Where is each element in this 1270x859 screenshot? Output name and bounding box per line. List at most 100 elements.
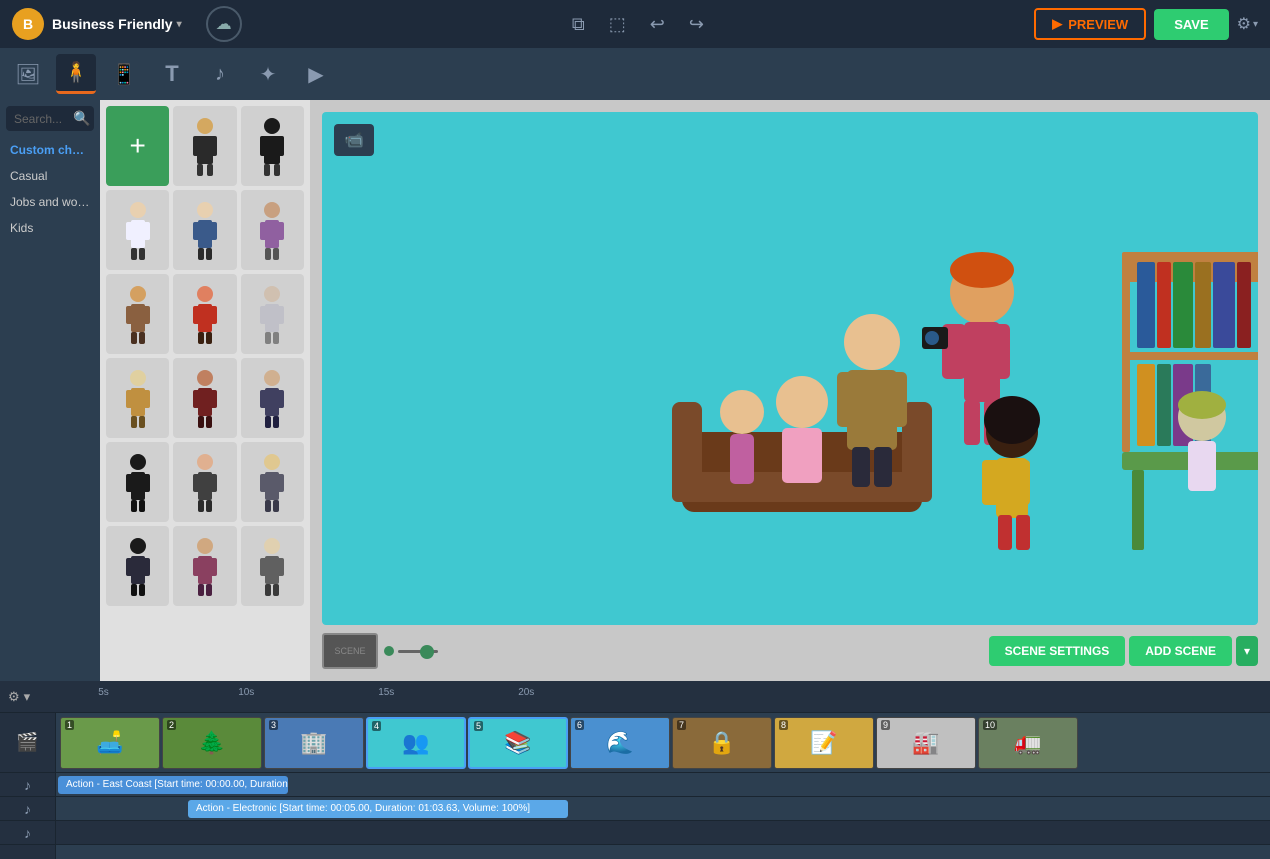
list-item[interactable] bbox=[173, 358, 236, 438]
sidebar-item-jobs[interactable]: Jobs and wor... bbox=[0, 189, 100, 215]
character-figure bbox=[241, 358, 304, 438]
character-group-library bbox=[1122, 252, 1258, 592]
audio-track-2[interactable]: Action - Electronic [Start time: 00:05.0… bbox=[188, 800, 568, 818]
timeline-section: ⚙ ▾ 5s 10s 15s 20s 🎬 ♪ ♪ ♪ bbox=[0, 681, 1270, 859]
scene-thumb-1[interactable]: 1 🛋️ bbox=[60, 717, 160, 769]
character-figure bbox=[241, 526, 304, 606]
toolbar-effects[interactable]: ✦ bbox=[248, 54, 288, 94]
scene-thumb-9[interactable]: 9 🏭 bbox=[876, 717, 976, 769]
redo-button[interactable]: ↪ bbox=[685, 10, 708, 39]
toolbar-music[interactable]: ♪ bbox=[200, 54, 240, 94]
list-item[interactable] bbox=[106, 442, 169, 522]
add-scene-button[interactable]: ADD SCENE bbox=[1129, 636, 1232, 666]
scene-num-5: 5 bbox=[474, 721, 483, 731]
zoom-slider-container bbox=[384, 646, 438, 656]
audio-track-row-1: Action - East Coast [Start time: 00:00.0… bbox=[56, 773, 1270, 797]
scene-thumb-4[interactable]: 4 👥 bbox=[366, 717, 466, 769]
character-figure bbox=[241, 106, 304, 186]
paste-button[interactable]: ⬚ bbox=[605, 10, 630, 39]
scene-content bbox=[322, 112, 1258, 625]
sidebar-item-custom[interactable]: Custom char... bbox=[0, 137, 100, 163]
sidebar-item-casual[interactable]: Casual bbox=[0, 163, 100, 189]
timeline-audio-icon-2: ♪ bbox=[0, 797, 55, 821]
chevron-down-icon: ▾ bbox=[177, 19, 182, 30]
list-item[interactable] bbox=[106, 190, 169, 270]
music-note-icon-3: ♪ bbox=[24, 825, 31, 841]
list-item[interactable] bbox=[173, 106, 236, 186]
music-note-icon: ♪ bbox=[24, 777, 31, 793]
list-item[interactable] bbox=[241, 274, 304, 354]
character-figure bbox=[241, 274, 304, 354]
zoom-control: SCENE bbox=[322, 633, 438, 669]
timeline-audio-icon-3: ♪ bbox=[0, 821, 55, 845]
cloud-upload-icon[interactable]: ☁ bbox=[206, 6, 242, 42]
preview-button[interactable]: ▶ PREVIEW bbox=[1034, 8, 1146, 40]
list-item[interactable] bbox=[241, 106, 304, 186]
preview-label: PREVIEW bbox=[1068, 17, 1128, 32]
top-bar-right: ▶ PREVIEW SAVE ⚙ ▾ bbox=[1034, 8, 1258, 40]
scene-thumb-8[interactable]: 8 📝 bbox=[774, 717, 874, 769]
timeline-header: ⚙ ▾ 5s 10s 15s 20s bbox=[0, 681, 1270, 713]
toolbar-device[interactable]: 📱 bbox=[104, 54, 144, 94]
search-input[interactable] bbox=[14, 112, 69, 126]
list-item[interactable] bbox=[173, 190, 236, 270]
top-bar-left: B Business Friendly ▾ ☁ bbox=[12, 6, 242, 42]
zoom-track bbox=[398, 650, 438, 653]
scene-thumb-5[interactable]: 5 📚 bbox=[468, 717, 568, 769]
ruler-mark-15s: 15s bbox=[378, 687, 394, 698]
add-character-button[interactable]: + bbox=[106, 106, 169, 186]
list-item[interactable] bbox=[241, 190, 304, 270]
undo-button[interactable]: ↩ bbox=[646, 10, 669, 39]
list-item[interactable] bbox=[106, 526, 169, 606]
zoom-handle[interactable] bbox=[420, 645, 434, 659]
bottom-buttons: SCENE SETTINGS ADD SCENE ▾ bbox=[989, 636, 1258, 666]
search-icon[interactable]: 🔍 bbox=[73, 110, 90, 127]
chevron-down-icon: ▾ bbox=[24, 689, 31, 705]
search-container: 🔍 bbox=[6, 106, 94, 131]
list-item[interactable] bbox=[241, 442, 304, 522]
project-name[interactable]: Business Friendly ▾ bbox=[52, 16, 182, 32]
canvas-area: 📹 bbox=[310, 100, 1270, 681]
zoom-minus[interactable] bbox=[384, 646, 394, 656]
add-scene-dropdown-button[interactable]: ▾ bbox=[1236, 636, 1258, 666]
sidebar-item-kids[interactable]: Kids bbox=[0, 215, 100, 241]
character-group-photographer bbox=[912, 232, 1072, 592]
toolbar-image[interactable]: 🖼 bbox=[8, 54, 48, 94]
character-figure bbox=[173, 442, 236, 522]
list-item[interactable] bbox=[106, 358, 169, 438]
scene-preview-4: 👥 bbox=[368, 719, 464, 767]
settings-button[interactable]: ⚙ ▾ bbox=[1237, 14, 1258, 34]
scene-thumb-6[interactable]: 6 🌊 bbox=[570, 717, 670, 769]
list-item[interactable] bbox=[173, 442, 236, 522]
character-figure bbox=[106, 526, 169, 606]
gear-icon: ⚙ bbox=[1237, 14, 1251, 34]
audio-track-2-offset: Action - Electronic [Start time: 00:05.0… bbox=[186, 800, 570, 818]
scene-thumb-10[interactable]: 10 🚛 bbox=[978, 717, 1078, 769]
scene-canvas[interactable]: 📹 bbox=[322, 112, 1258, 625]
project-name-label: Business Friendly bbox=[52, 16, 173, 32]
character-figure bbox=[241, 442, 304, 522]
copy-button[interactable]: ⧉ bbox=[568, 10, 589, 39]
scene-settings-button[interactable]: SCENE SETTINGS bbox=[989, 636, 1126, 666]
effects-icon: ✦ bbox=[260, 62, 277, 87]
audio-track-row-3 bbox=[56, 821, 1270, 845]
character-icon: 🧍 bbox=[64, 60, 89, 85]
scene-thumbs-container: 1 🛋️ 2 🌲 3 🏢 4 bbox=[56, 713, 1082, 773]
scene-thumbnail-small[interactable]: SCENE bbox=[322, 633, 378, 669]
audio-track-1[interactable]: Action - East Coast [Start time: 00:00.0… bbox=[58, 776, 288, 794]
toolbar-video[interactable]: ▶ bbox=[296, 54, 336, 94]
list-item[interactable] bbox=[241, 358, 304, 438]
toolbar-character[interactable]: 🧍 bbox=[56, 54, 96, 94]
toolbar: 🖼 🧍 📱 T ♪ ✦ ▶ bbox=[0, 48, 1270, 100]
list-item[interactable] bbox=[241, 526, 304, 606]
scene-thumb-7[interactable]: 7 🔒 bbox=[672, 717, 772, 769]
scene-thumb-2[interactable]: 2 🌲 bbox=[162, 717, 262, 769]
timeline-settings-button[interactable]: ⚙ ▾ bbox=[8, 689, 30, 705]
toolbar-text[interactable]: T bbox=[152, 54, 192, 94]
scene-thumb-3[interactable]: 3 🏢 bbox=[264, 717, 364, 769]
list-item[interactable] bbox=[173, 274, 236, 354]
character-figure bbox=[241, 190, 304, 270]
save-button[interactable]: SAVE bbox=[1154, 9, 1228, 40]
list-item[interactable] bbox=[106, 274, 169, 354]
list-item[interactable] bbox=[173, 526, 236, 606]
